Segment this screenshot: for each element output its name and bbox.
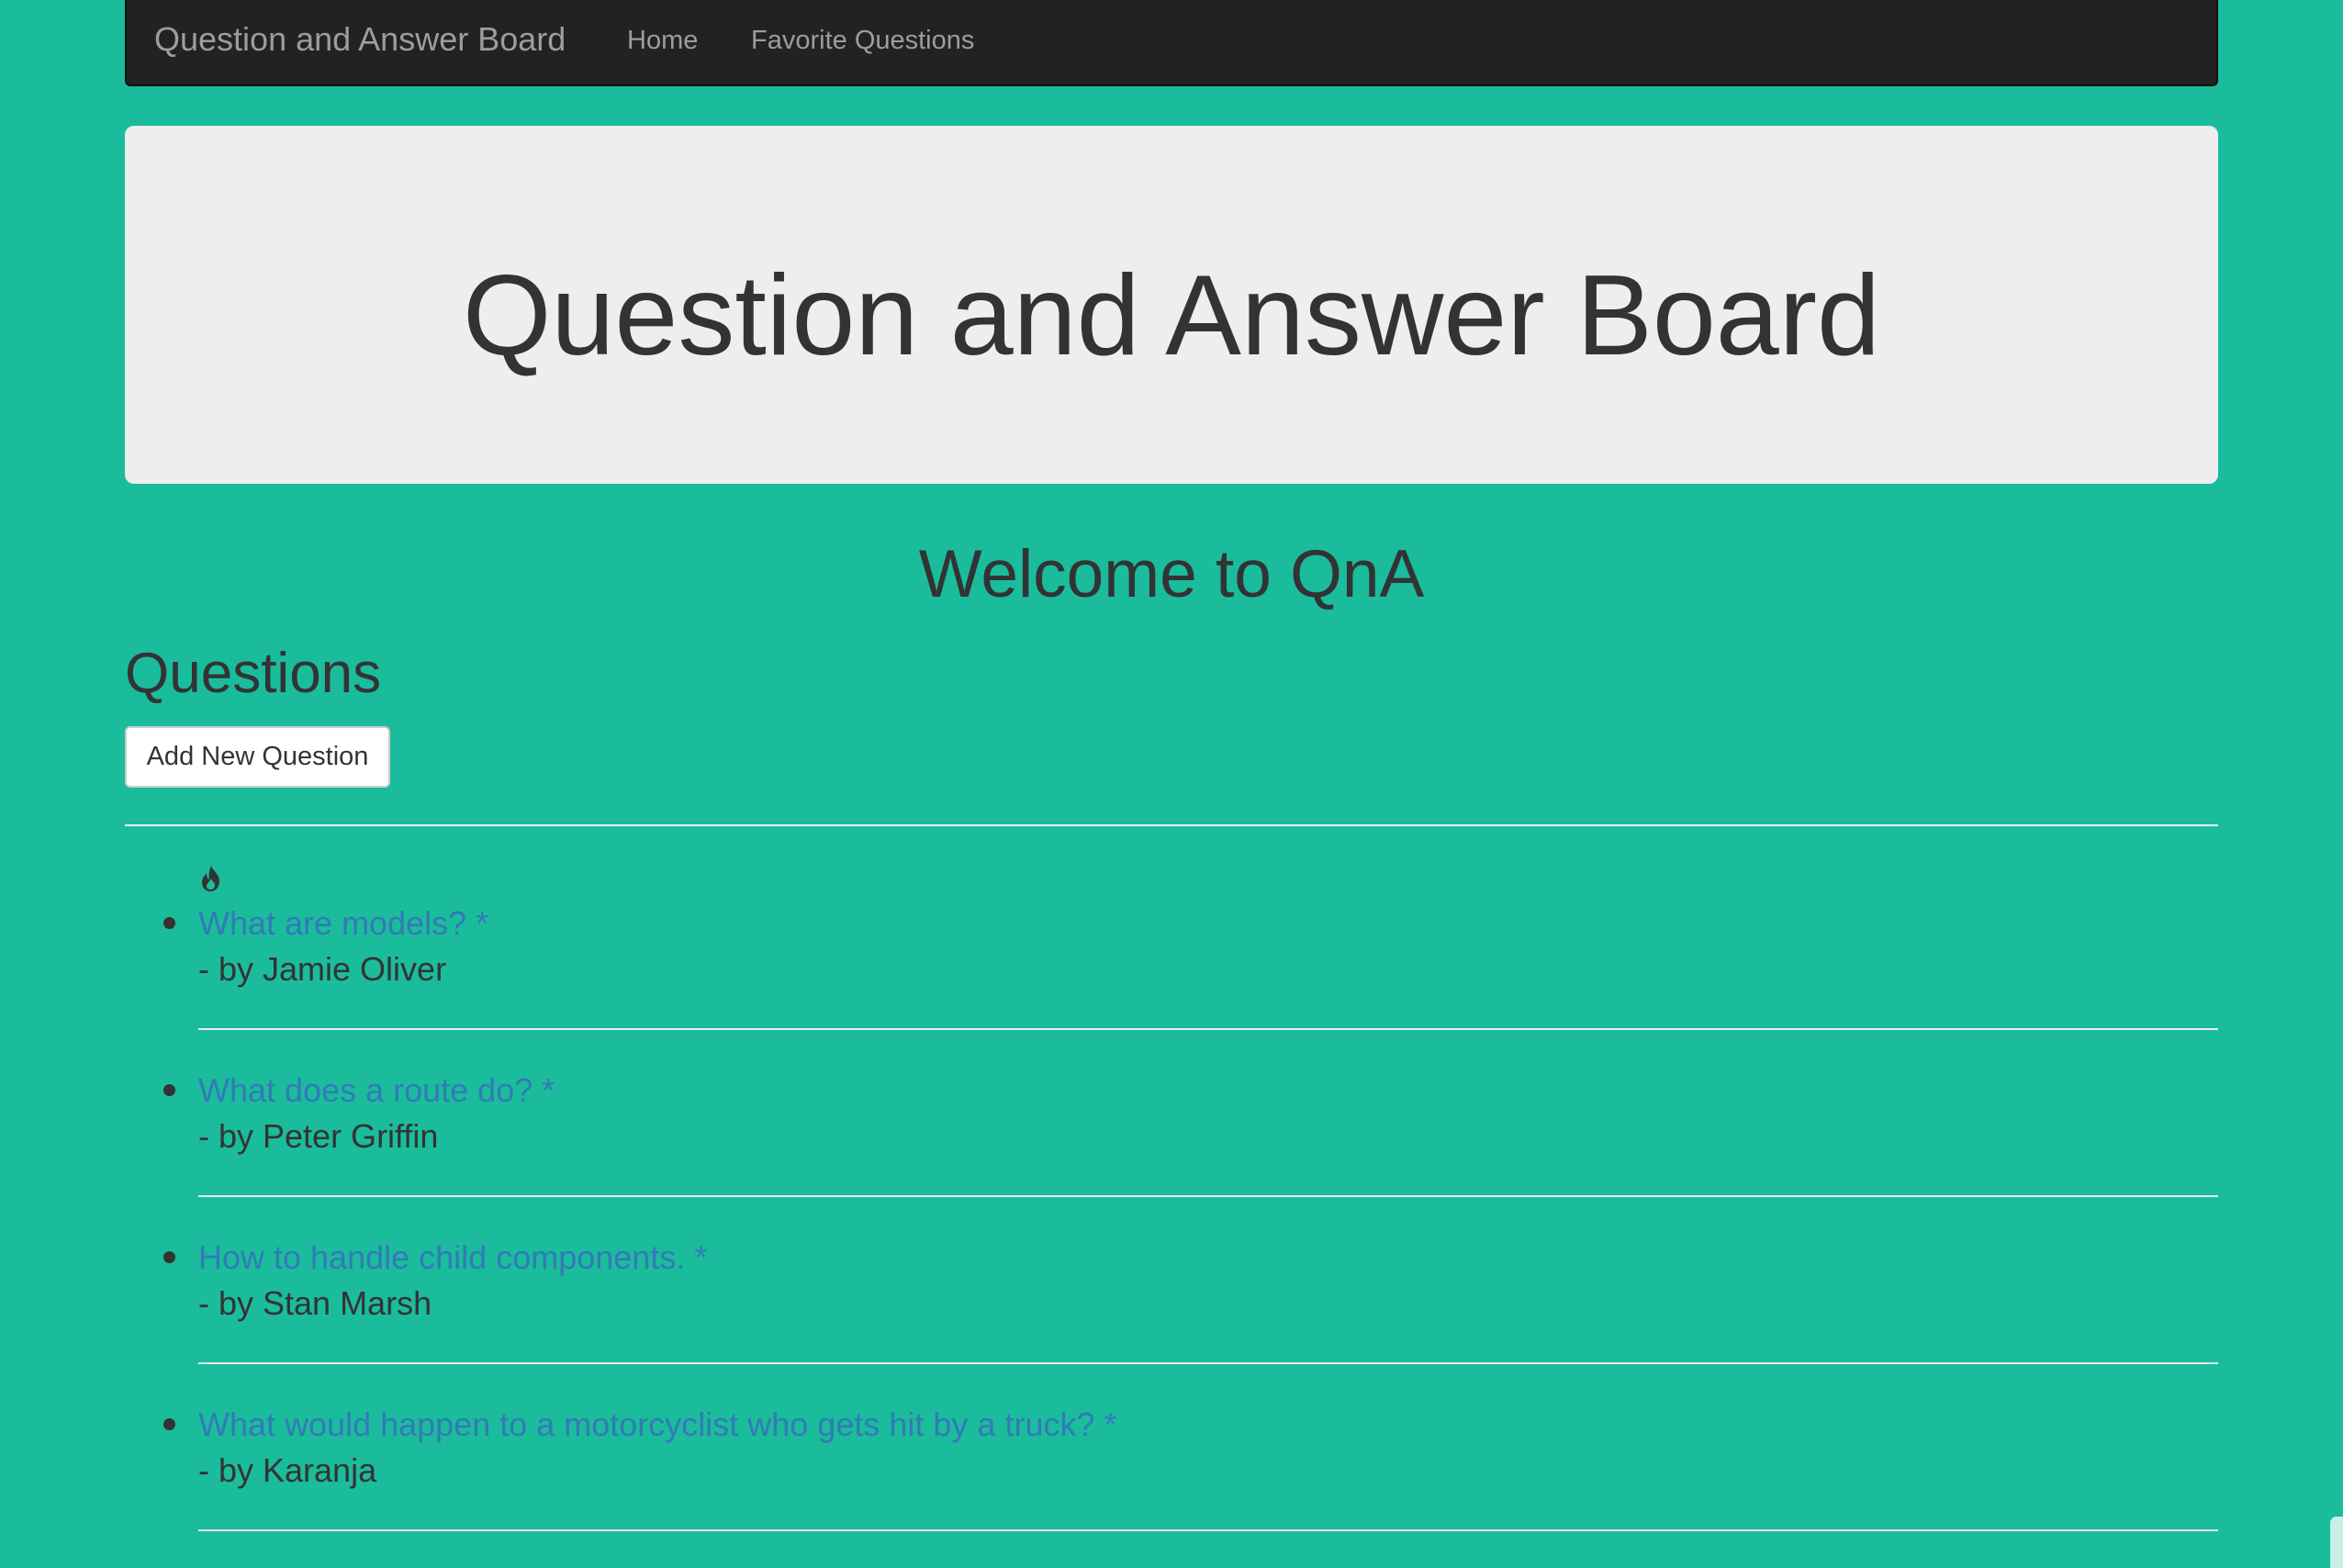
question-link[interactable]: What does a route do? * — [198, 1070, 2218, 1113]
question-author: - by Stan Marsh — [198, 1283, 432, 1322]
navbar-brand[interactable]: Question and Answer Board — [154, 20, 566, 59]
section-divider — [125, 824, 2218, 826]
scrollbar-thumb[interactable] — [2330, 1517, 2343, 1568]
jumbotron-title: Question and Answer Board — [462, 252, 1881, 379]
welcome-heading: Welcome to QnA — [918, 537, 1425, 611]
question-link[interactable]: What are models? * — [198, 902, 2218, 946]
list-bullet — [163, 1251, 175, 1263]
top-navbar: Question and Answer Board Home Favorite … — [125, 0, 2218, 86]
add-new-question-button[interactable]: Add New Question — [125, 726, 390, 788]
question-author: - by Karanja — [198, 1450, 377, 1489]
jumbotron: Question and Answer Board — [125, 126, 2218, 484]
list-bullet — [163, 917, 175, 929]
list-bullet — [163, 1418, 175, 1430]
nav-link-home[interactable]: Home — [627, 26, 698, 56]
item-divider — [198, 1028, 2218, 1030]
list-item: What are models? * - by Jamie Oliver — [163, 902, 2218, 1030]
question-author: - by Jamie Oliver — [198, 949, 447, 988]
question-link[interactable]: How to handle child components. * — [198, 1237, 2218, 1280]
item-divider — [198, 1195, 2218, 1197]
list-item: What does a route do? * - by Peter Griff… — [163, 1070, 2218, 1197]
list-item: What would happen to a motorcyclist who … — [163, 1404, 2218, 1531]
questions-heading: Questions — [125, 642, 382, 705]
item-divider — [198, 1529, 2218, 1531]
question-author: - by Peter Griffin — [198, 1116, 439, 1155]
flame-icon — [202, 866, 219, 891]
question-link[interactable]: What would happen to a motorcyclist who … — [198, 1404, 2218, 1447]
list-item: How to handle child components. * - by S… — [163, 1237, 2218, 1364]
nav-link-favorite-questions[interactable]: Favorite Questions — [751, 26, 974, 56]
item-divider — [198, 1362, 2218, 1364]
list-bullet — [163, 1084, 175, 1096]
